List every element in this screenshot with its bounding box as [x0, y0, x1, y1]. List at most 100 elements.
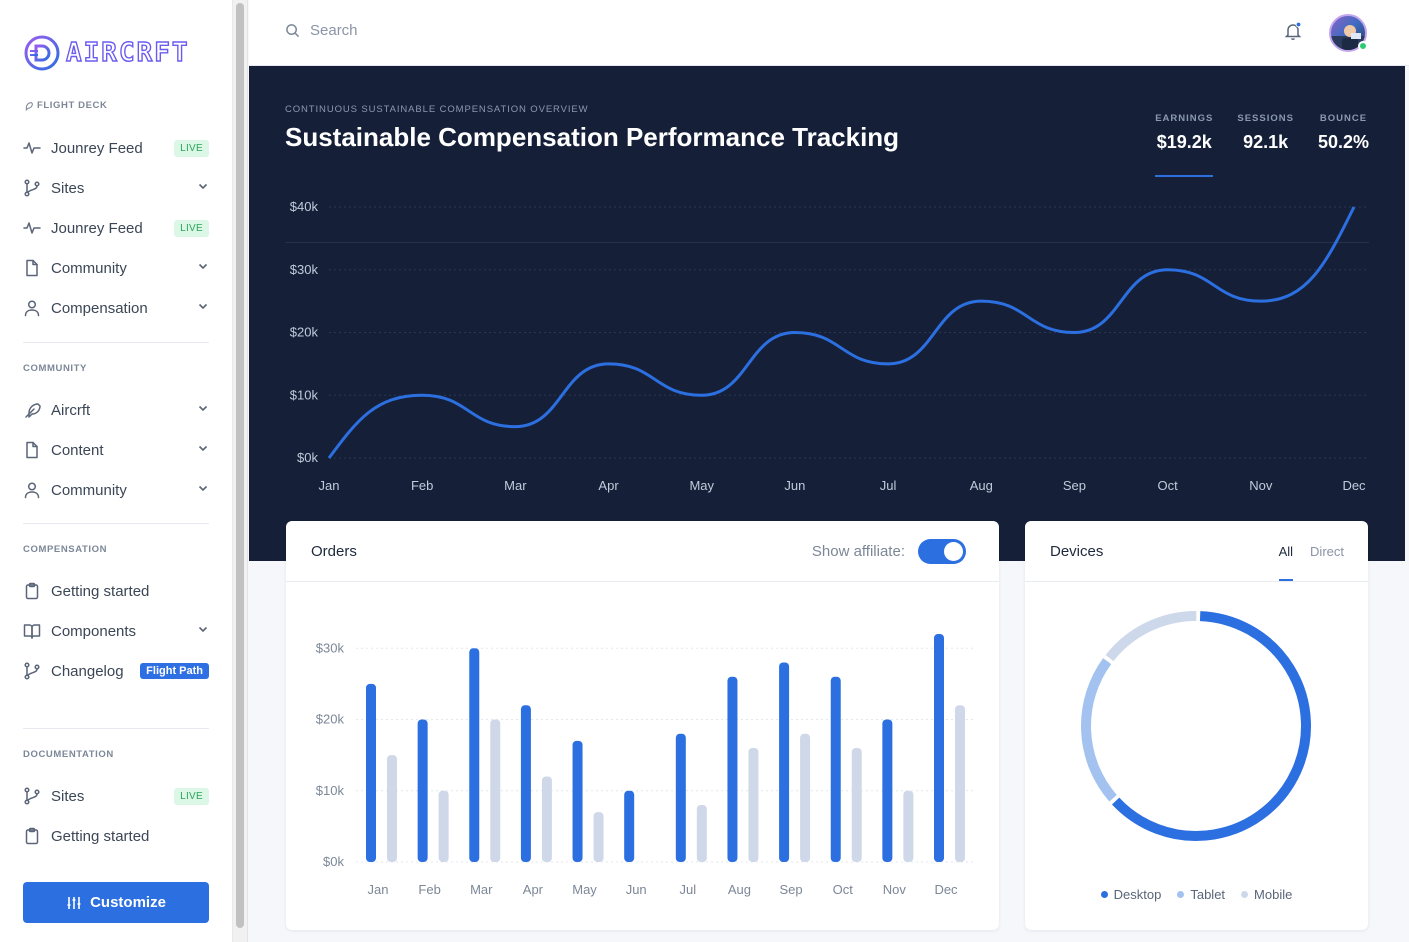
sidebar-section-label-text: Documentation	[23, 749, 114, 760]
orders-card: Orders Show affiliate: $0k $10k $20k $30k Ja…	[286, 521, 999, 930]
sidebar-item-compensation[interactable]: Compensation	[23, 296, 209, 320]
sidebar-item-jounrey-feed[interactable]: Jounrey Feed LIVE	[23, 216, 209, 240]
user-icon	[24, 300, 40, 317]
y-tick-label: $10k	[316, 783, 345, 798]
sidebar-scrollbar-thumb[interactable]	[236, 3, 244, 928]
sidebar-item-label: Content	[51, 441, 104, 459]
sidebar-item-badge: Flight Path	[140, 663, 209, 679]
orders-bar	[882, 719, 893, 862]
orders-bar	[903, 790, 914, 862]
x-tick-label: Dec	[934, 882, 958, 897]
app-root: AIRCRFT Flight Deck Jounrey Feed LIVE Sites…	[0, 0, 1409, 942]
sidebar-item-jounrey-feed[interactable]: Jounrey Feed LIVE	[23, 136, 209, 160]
sidebar-item-badge: LIVE	[174, 787, 209, 805]
sidebar-item-label: Aircrft	[51, 401, 91, 419]
x-tick-label: Nov	[1249, 478, 1273, 493]
bell-icon[interactable]	[1283, 21, 1303, 41]
sidebar-item-sites[interactable]: Sites	[23, 176, 209, 200]
legend-item: Desktop	[1100, 887, 1161, 902]
earnings-line-chart: $0k $10k $20k $30k $40k Jan Feb Mar Apr May Jun Jul…	[290, 199, 1369, 493]
y-tick-label: $0k	[323, 854, 344, 869]
x-tick-label: May	[572, 882, 597, 897]
sidebar-item-sites[interactable]: Sites LIVE	[23, 784, 209, 808]
sidebar-section-label-text: Flight Deck	[37, 100, 108, 111]
y-tick-label: $30k	[316, 640, 345, 655]
sidebar-item-label: Changelog	[51, 662, 124, 680]
legend-dot	[1241, 891, 1249, 898]
orders-bar	[520, 705, 531, 862]
x-tick-label: Nov	[883, 882, 907, 897]
clipboard-icon	[25, 827, 39, 845]
donut-slice	[1111, 611, 1311, 841]
chevron-down-icon	[197, 622, 209, 640]
sidebar-item-community[interactable]: Community	[23, 256, 209, 280]
feather-icon	[23, 401, 41, 419]
orders-bar	[800, 733, 811, 862]
clipboard-icon	[23, 582, 41, 600]
sidebar-item-changelog[interactable]: Changelog Flight Path	[23, 659, 209, 683]
user-icon	[23, 299, 41, 317]
git-branch-icon	[23, 662, 41, 680]
y-tick-label: $30k	[290, 262, 319, 277]
x-tick-label: Aug	[728, 882, 751, 897]
sidebar-item-content[interactable]: Content	[23, 438, 209, 462]
sidebar-item-community[interactable]: Community	[23, 478, 209, 502]
chevron-down-icon	[197, 259, 209, 277]
legend-label: Tablet	[1190, 887, 1226, 902]
sidebar-item-components[interactable]: Components	[23, 619, 209, 643]
sidebar-section-label: Compensation	[23, 544, 107, 555]
file-icon	[23, 441, 41, 459]
activity-icon	[23, 142, 41, 154]
sidebar-item-aircrft[interactable]: Aircrft	[23, 398, 209, 422]
sidebar-item-getting-started[interactable]: Getting started	[23, 824, 209, 848]
legend-dot	[1177, 891, 1185, 898]
x-tick-label: Jun	[626, 882, 647, 897]
sidebar-section-label: Documentation	[23, 749, 114, 760]
x-tick-label: Jul	[880, 478, 897, 493]
sidebar: AIRCRFT Flight Deck Jounrey Feed LIVE Sites…	[0, 0, 233, 942]
search-input[interactable]	[310, 22, 610, 39]
sidebar-item-getting-started[interactable]: Getting started	[23, 579, 209, 603]
sidebar-item-label: Community	[51, 259, 127, 277]
orders-bar	[541, 776, 552, 862]
activity-icon	[23, 139, 41, 157]
devices-donut-chart	[1081, 611, 1311, 841]
orders-bar	[387, 755, 397, 862]
x-tick-label: Oct	[1158, 478, 1179, 493]
y-tick-label: $20k	[316, 712, 345, 727]
orders-bar	[955, 705, 965, 862]
orders-bar	[469, 648, 480, 862]
sidebar-item-label: Getting started	[51, 827, 150, 845]
brand-logo[interactable]: AIRCRFT	[24, 35, 190, 71]
orders-bar	[934, 634, 944, 862]
orders-bar	[417, 719, 428, 862]
sidebar-item-badge: LIVE	[174, 139, 209, 157]
hero-panel: Continuous Sustainable Compensation Over…	[249, 66, 1405, 561]
sidebar-section-label: Community	[23, 363, 87, 374]
x-tick-label: Jan	[368, 882, 389, 897]
sidebar-section-label-text: Community	[23, 363, 87, 374]
online-status-dot	[1358, 41, 1368, 51]
sidebar-item-label: Sites	[51, 179, 85, 197]
activity-icon	[23, 219, 41, 237]
y-tick-label: $0k	[297, 450, 318, 465]
x-tick-label: Dec	[1342, 478, 1366, 493]
legend-item: Mobile	[1241, 887, 1292, 902]
top-header	[249, 0, 1409, 66]
sidebar-divider	[23, 342, 209, 343]
devices-legend: Desktop Tablet Mobile	[1025, 887, 1368, 902]
customize-button[interactable]: Customize	[23, 882, 209, 923]
donut-slice	[1081, 658, 1117, 802]
x-tick-label: Oct	[833, 882, 854, 897]
sidebar-item-badge: LIVE	[174, 219, 209, 237]
y-tick-label: $40k	[290, 199, 319, 214]
chevron-down-icon	[197, 299, 209, 317]
orders-bar	[366, 683, 376, 862]
sidebar-item-label: Jounrey Feed	[51, 219, 143, 237]
orders-bar	[696, 805, 707, 862]
orders-bar	[438, 790, 449, 862]
orders-bar	[779, 662, 790, 862]
book-icon	[23, 622, 41, 640]
orders-bar	[572, 740, 583, 862]
x-tick-label: Mar	[470, 882, 493, 897]
